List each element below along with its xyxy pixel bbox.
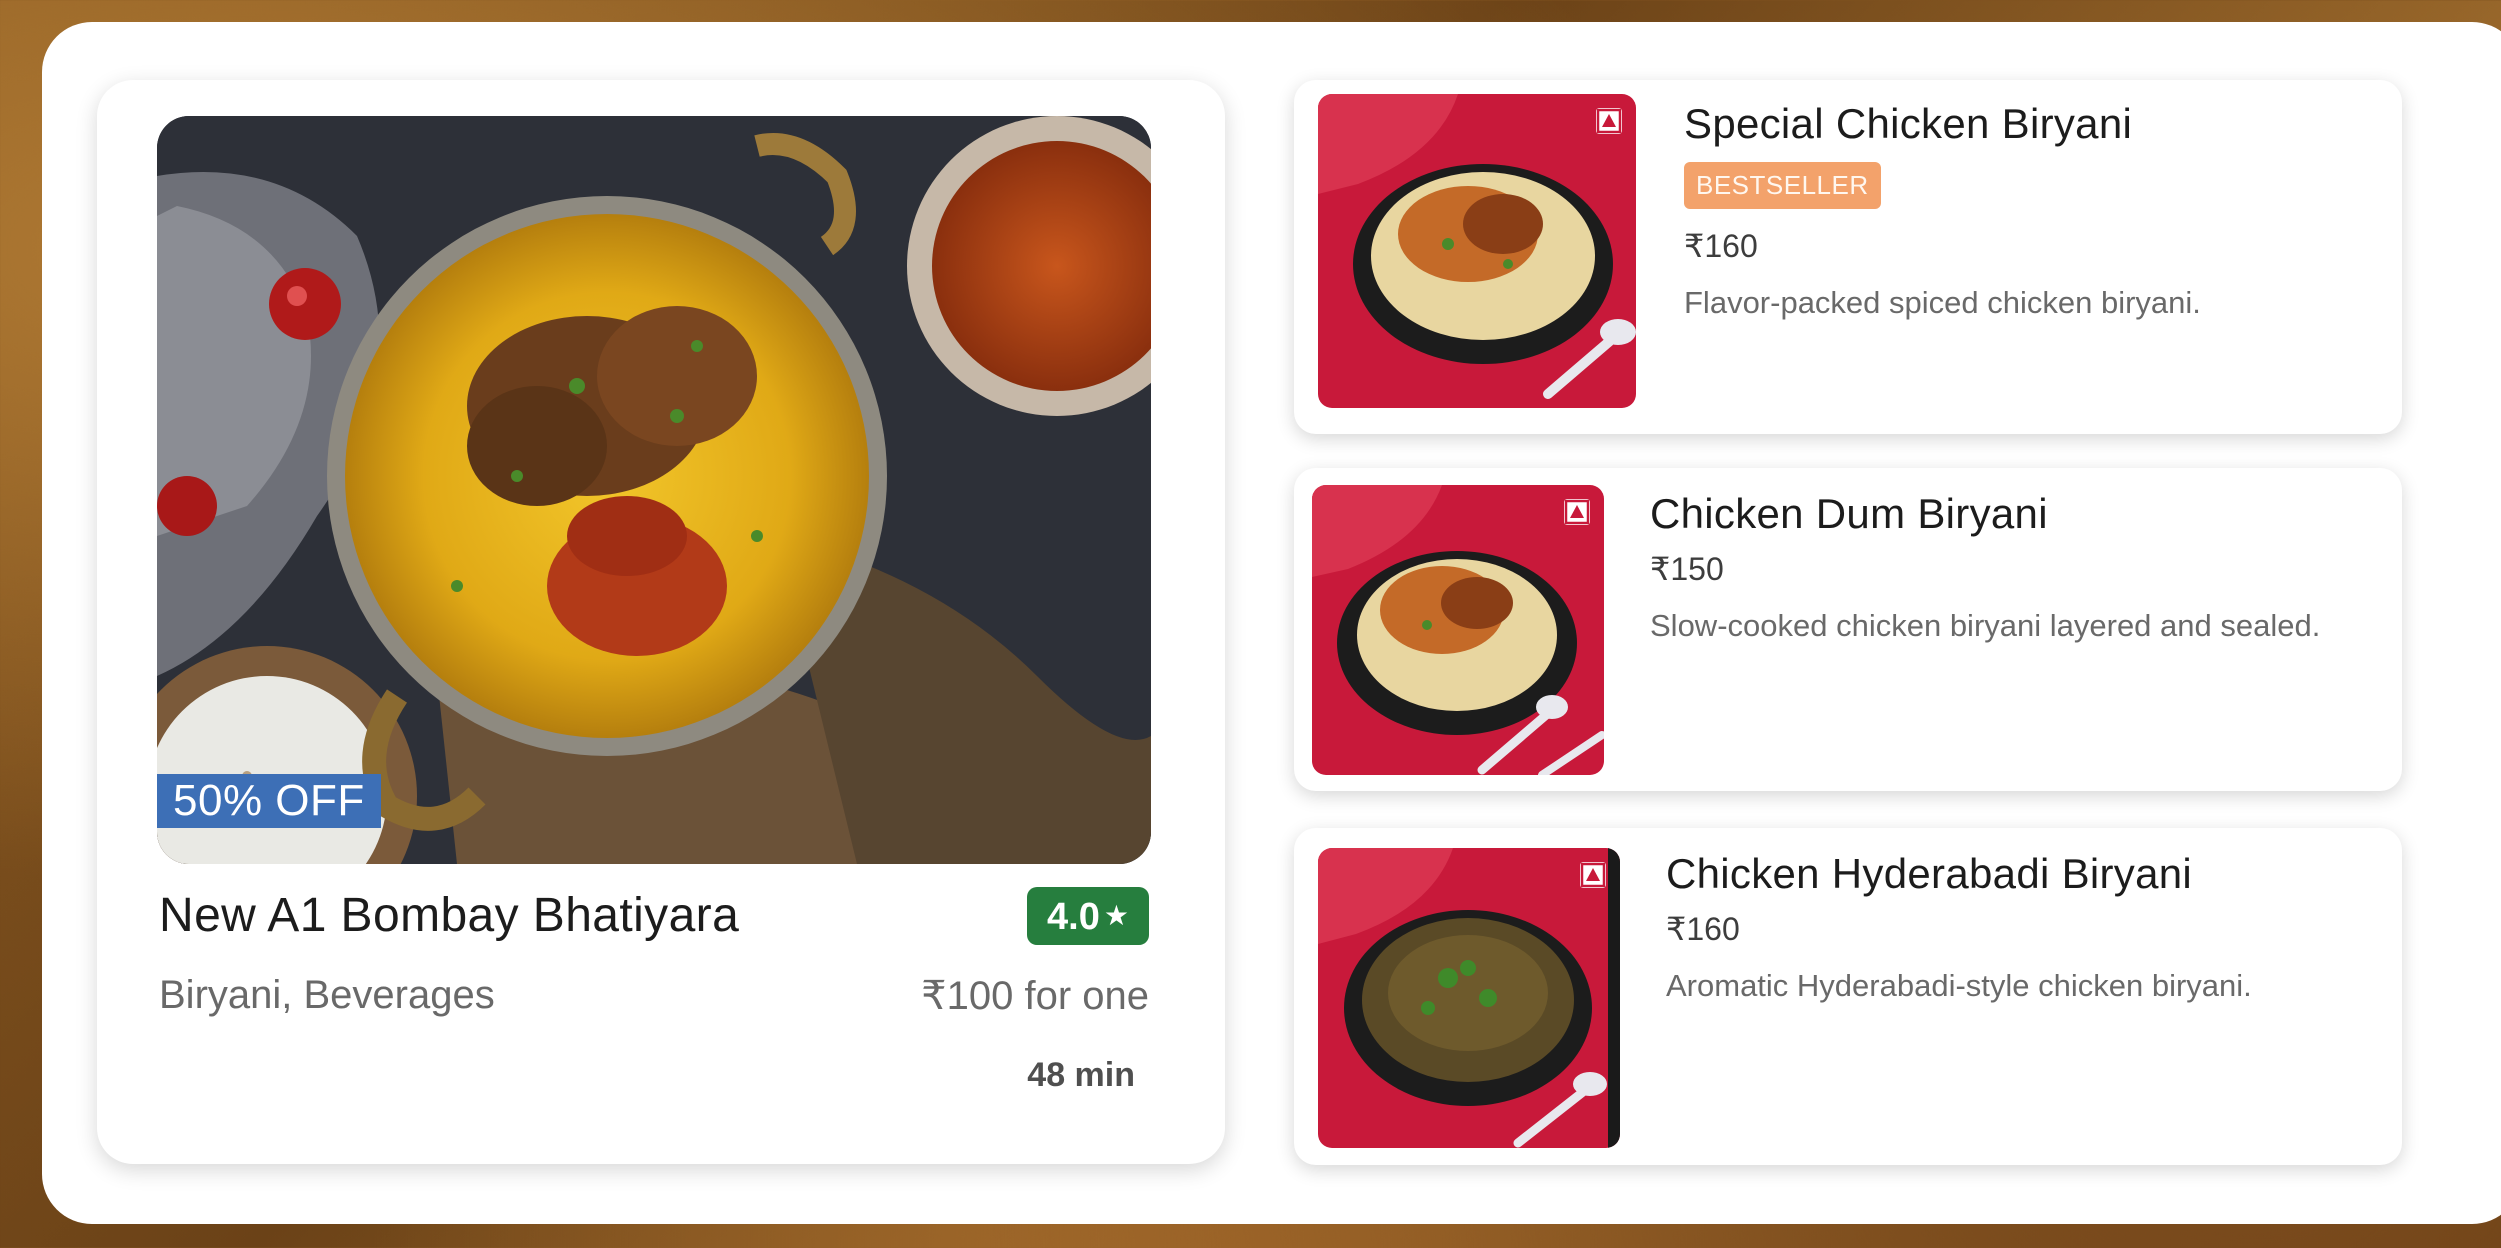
rating-value: 4.0 (1047, 896, 1100, 938)
dish-price: ₹150 (1650, 551, 1724, 587)
dish-price: ₹160 (1666, 911, 1740, 947)
dish-description: Aromatic Hyderabadi-style chicken biryan… (1666, 968, 2252, 1003)
dish-name[interactable]: Chicken Dum Biryani (1650, 490, 2320, 538)
restaurant-name[interactable]: New A1 Bombay Bhatiyara (159, 888, 739, 943)
dish-card[interactable]: Chicken Dum Biryani ₹150 Slow-cooked chi… (1294, 468, 2402, 791)
dish-card[interactable]: Chicken Hyderabadi Biryani ₹160 Aromatic… (1294, 828, 2402, 1165)
star-icon: ★ (1103, 900, 1129, 931)
delivery-time: 48 min (1027, 1056, 1135, 1094)
offer-badge: 50% OFF (157, 774, 381, 828)
restaurant-photo[interactable]: 50% OFF (157, 116, 1151, 864)
dish-photo[interactable] (1312, 485, 1604, 775)
non-veg-marker-icon (1580, 862, 1606, 888)
dish-description: Flavor-packed spiced chicken biryani. (1684, 285, 2201, 320)
bestseller-badge: BESTSELLER (1684, 162, 1881, 209)
non-veg-marker-icon (1596, 108, 1622, 134)
dish-price: ₹160 (1684, 228, 1758, 264)
dish-photo[interactable] (1318, 94, 1636, 408)
dish-photo[interactable] (1318, 848, 1620, 1148)
non-veg-marker-icon (1564, 499, 1590, 525)
dish-info: Chicken Dum Biryani ₹150 Slow-cooked chi… (1650, 490, 2320, 644)
dish-card[interactable]: Special Chicken Biryani BESTSELLER ₹160 … (1294, 80, 2402, 434)
restaurant-card[interactable]: 50% OFF New A1 Bombay Bhatiyara 4.0 ★ Bir… (97, 80, 1225, 1164)
dish-name[interactable]: Chicken Hyderabadi Biryani (1666, 850, 2252, 898)
dish-description: Slow-cooked chicken biryani layered and … (1650, 608, 2321, 643)
dish-info: Special Chicken Biryani BESTSELLER ₹160 … (1684, 100, 2201, 321)
restaurant-cost-for-one: ₹100 for one (921, 974, 1149, 1018)
rating-badge: 4.0 ★ (1027, 887, 1149, 945)
dish-name[interactable]: Special Chicken Biryani (1684, 100, 2201, 148)
restaurant-cuisines: Biryani, Beverages (159, 973, 495, 1017)
dish-info: Chicken Hyderabadi Biryani ₹160 Aromatic… (1666, 850, 2252, 1004)
